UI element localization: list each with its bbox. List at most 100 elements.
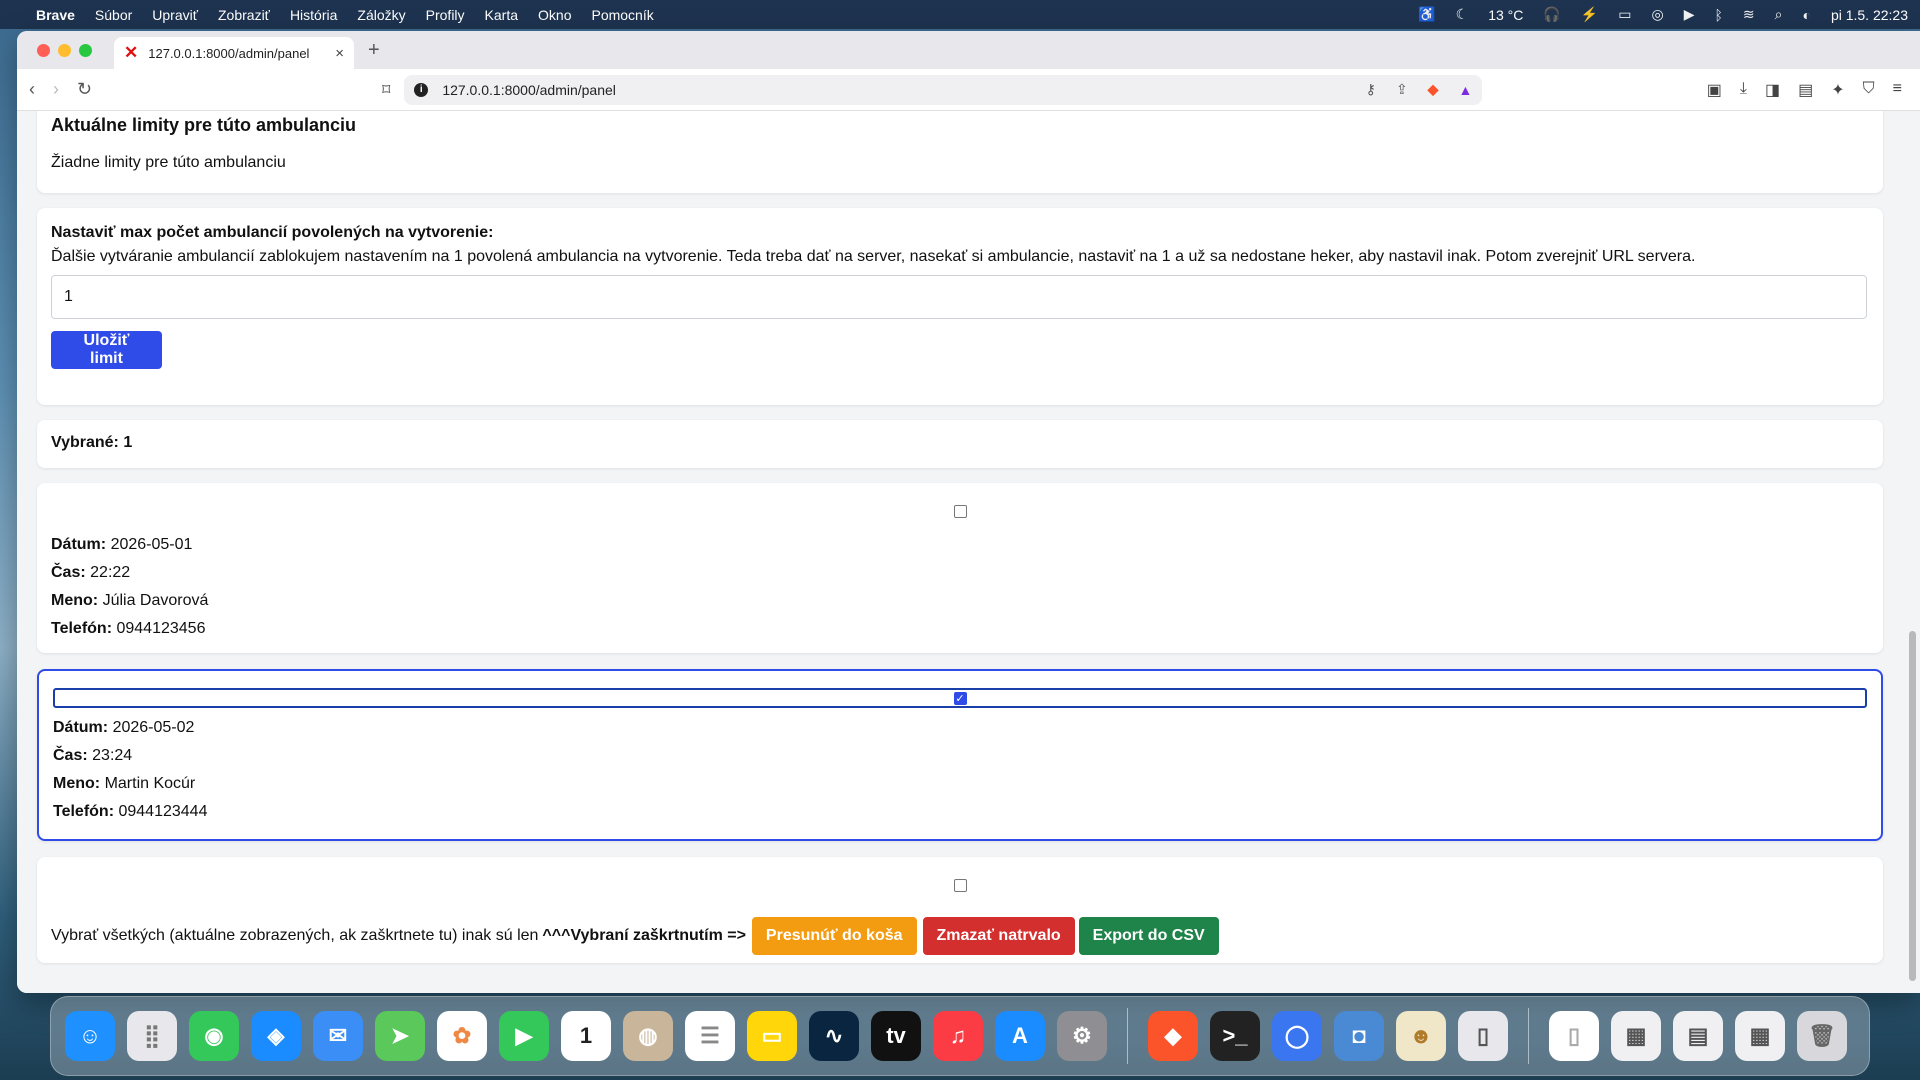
window-controls bbox=[37, 43, 92, 57]
bluetooth-icon[interactable]: ᛒ bbox=[1714, 7, 1722, 23]
record-checkbox-checked[interactable]: ✓ bbox=[953, 691, 967, 705]
record-name: Meno: Júlia Davorová bbox=[51, 592, 209, 609]
tab-close-icon[interactable]: × bbox=[335, 45, 344, 62]
record-date: Dátum: 2026-05-01 bbox=[51, 536, 193, 553]
key-icon[interactable]: ⚷ bbox=[1366, 81, 1376, 98]
max-limit-input[interactable] bbox=[51, 275, 1867, 319]
apple-tv-icon[interactable]: tv bbox=[871, 1011, 921, 1061]
display-icon[interactable]: ▭ bbox=[1618, 6, 1631, 23]
favicon-icon: ✕ bbox=[124, 43, 139, 62]
window-thumbnail-icon[interactable]: ▦ bbox=[1611, 1011, 1661, 1061]
forward-button[interactable]: › bbox=[53, 79, 59, 100]
menu-item-bookmarks[interactable]: Záložky bbox=[357, 7, 405, 23]
record-checkbox[interactable] bbox=[953, 505, 967, 518]
safari-icon[interactable]: ◈ bbox=[251, 1011, 301, 1061]
weather-moon-icon[interactable]: ☾ bbox=[1456, 6, 1469, 23]
finder-icon[interactable]: ☺ bbox=[65, 1011, 115, 1061]
leo-ai-icon[interactable]: ✦ bbox=[1831, 80, 1844, 100]
vpn-shield-icon[interactable]: ⛉ bbox=[1863, 80, 1875, 100]
reminders-icon[interactable]: ☰ bbox=[685, 1011, 735, 1061]
site-info-icon[interactable]: i bbox=[414, 82, 429, 97]
maps-icon[interactable]: ➤ bbox=[375, 1011, 425, 1061]
tab-title: 127.0.0.1:8000/admin/panel bbox=[148, 45, 310, 61]
downloads-icon[interactable]: ⤓ bbox=[1740, 80, 1747, 100]
menu-icon[interactable]: ≡ bbox=[1893, 80, 1902, 100]
move-to-trash-button[interactable]: Presunúť do koša bbox=[751, 917, 917, 955]
select-all-checkbox[interactable] bbox=[953, 879, 967, 892]
brave-shields-icon[interactable]: ◆ bbox=[1428, 81, 1439, 98]
tab-admin-panel[interactable]: ✕ 127.0.0.1:8000/admin/panel × bbox=[114, 37, 354, 69]
control-center-icon[interactable]: ◐ bbox=[1802, 7, 1810, 23]
bulk-description: Vybrať všetkých (aktuálne zobrazených, a… bbox=[51, 927, 539, 944]
facetime-icon[interactable]: ▶ bbox=[499, 1011, 549, 1061]
address-bar[interactable]: i 127.0.0.1:8000/admin/panel ⚷ ⇪ ◆ ▲ bbox=[404, 74, 1483, 105]
save-limit-button[interactable]: Uložiť limit bbox=[51, 331, 162, 369]
app-store-icon[interactable]: A bbox=[995, 1011, 1045, 1061]
menu-item-profiles[interactable]: Profily bbox=[426, 7, 465, 23]
contacts-icon[interactable]: ◍ bbox=[623, 1011, 673, 1061]
database-icon[interactable]: ◘ bbox=[1334, 1011, 1384, 1061]
launchpad-icon[interactable]: ⣿ bbox=[127, 1011, 177, 1061]
back-button[interactable]: ‹ bbox=[29, 79, 35, 100]
record-phone: Telefón: 0944123456 bbox=[51, 620, 206, 637]
share-icon[interactable]: ⇪ bbox=[1396, 81, 1408, 98]
menu-item-window[interactable]: Okno bbox=[538, 7, 571, 23]
menu-item-edit[interactable]: Upraviť bbox=[152, 7, 198, 23]
zoom-window-button[interactable] bbox=[79, 43, 92, 57]
system-settings-icon[interactable]: ⚙ bbox=[1057, 1011, 1107, 1061]
delete-permanently-button[interactable]: Zmazať natrvalo bbox=[922, 917, 1075, 955]
wallet-icon[interactable]: ▤ bbox=[1798, 80, 1813, 100]
freeform-icon[interactable]: ∿ bbox=[809, 1011, 859, 1061]
wifi-icon[interactable]: ≋ bbox=[1743, 6, 1755, 23]
menubar-datetime[interactable]: pi 1.5. 22:23 bbox=[1831, 7, 1908, 23]
dock-separator bbox=[1528, 1008, 1529, 1064]
mail-icon[interactable]: ✉ bbox=[313, 1011, 363, 1061]
weather-temp[interactable]: 13 °C bbox=[1488, 7, 1523, 23]
play-icon[interactable]: ▶ bbox=[1684, 6, 1695, 23]
php-window-thumbnail-icon[interactable]: ▤ bbox=[1673, 1011, 1723, 1061]
limits-card: Aktuálne limity pre túto ambulanciu Žiad… bbox=[37, 111, 1883, 193]
menu-item-view[interactable]: Zobraziť bbox=[218, 7, 270, 23]
new-tab-button[interactable]: + bbox=[368, 39, 380, 62]
terminal-icon[interactable]: >_ bbox=[1210, 1011, 1260, 1061]
dock-separator bbox=[1127, 1008, 1128, 1064]
menu-item-history[interactable]: História bbox=[290, 7, 337, 23]
messages-icon[interactable]: ◉ bbox=[189, 1011, 239, 1061]
menu-item-tab[interactable]: Karta bbox=[485, 7, 518, 23]
bookmark-icon[interactable]: ⌑ bbox=[382, 80, 390, 100]
record-card-selected: ✓ Dátum: 2026-05-02 Čas: 23:24 Meno: Mar… bbox=[37, 669, 1883, 841]
airdrop-icon[interactable]: ◎ bbox=[1651, 6, 1663, 23]
text-editor-icon[interactable]: ▯ bbox=[1458, 1011, 1508, 1061]
notes-icon[interactable]: ▭ bbox=[747, 1011, 797, 1061]
url-text[interactable]: 127.0.0.1:8000/admin/panel bbox=[442, 82, 616, 98]
minimize-window-button[interactable] bbox=[58, 43, 71, 57]
music-icon[interactable]: ♫ bbox=[933, 1011, 983, 1061]
headphones-icon[interactable]: 🎧 bbox=[1543, 6, 1560, 23]
record-name: Meno: Martin Kocúr bbox=[53, 775, 196, 792]
reload-button[interactable]: ↻ bbox=[77, 79, 92, 100]
tableplus-icon[interactable]: ☻ bbox=[1396, 1011, 1446, 1061]
menu-item-help[interactable]: Pomocník bbox=[591, 7, 653, 23]
brave-rewards-icon[interactable]: ▲ bbox=[1458, 82, 1472, 98]
signal-icon[interactable]: ◯ bbox=[1272, 1011, 1322, 1061]
record-time: Čas: 22:22 bbox=[51, 564, 131, 581]
battery-bolt-icon[interactable]: ⚡ bbox=[1581, 6, 1598, 23]
calendar-icon[interactable]: 1 bbox=[561, 1011, 611, 1061]
window-thumbnail-icon[interactable]: ▦ bbox=[1735, 1011, 1785, 1061]
menu-app-name[interactable]: Brave bbox=[36, 7, 75, 23]
trash-icon[interactable]: 🗑 bbox=[1797, 1011, 1847, 1061]
sidebar-icon[interactable]: ◨ bbox=[1765, 80, 1780, 100]
menu-item-file[interactable]: Súbor bbox=[95, 7, 132, 23]
photos-icon[interactable]: ✿ bbox=[437, 1011, 487, 1061]
document-icon[interactable]: ▯ bbox=[1549, 1011, 1599, 1061]
reader-mode-icon[interactable]: ▣ bbox=[1707, 80, 1722, 100]
export-csv-button[interactable]: Export do CSV bbox=[1078, 917, 1219, 955]
browser-toolbar: ‹ › ↻ ⌑ i 127.0.0.1:8000/admin/panel ⚷ ⇪… bbox=[17, 69, 1920, 111]
page-scrollbar[interactable] bbox=[1909, 631, 1916, 981]
search-icon[interactable]: ⌕ bbox=[1775, 6, 1783, 23]
page-content: Aktuálne limity pre túto ambulanciu Žiad… bbox=[17, 111, 1920, 993]
brave-icon[interactable]: ◆ bbox=[1148, 1011, 1198, 1061]
close-window-button[interactable] bbox=[37, 43, 50, 57]
record-date: Dátum: 2026-05-02 bbox=[53, 719, 195, 736]
accessibility-icon[interactable]: ♿ bbox=[1418, 6, 1435, 23]
